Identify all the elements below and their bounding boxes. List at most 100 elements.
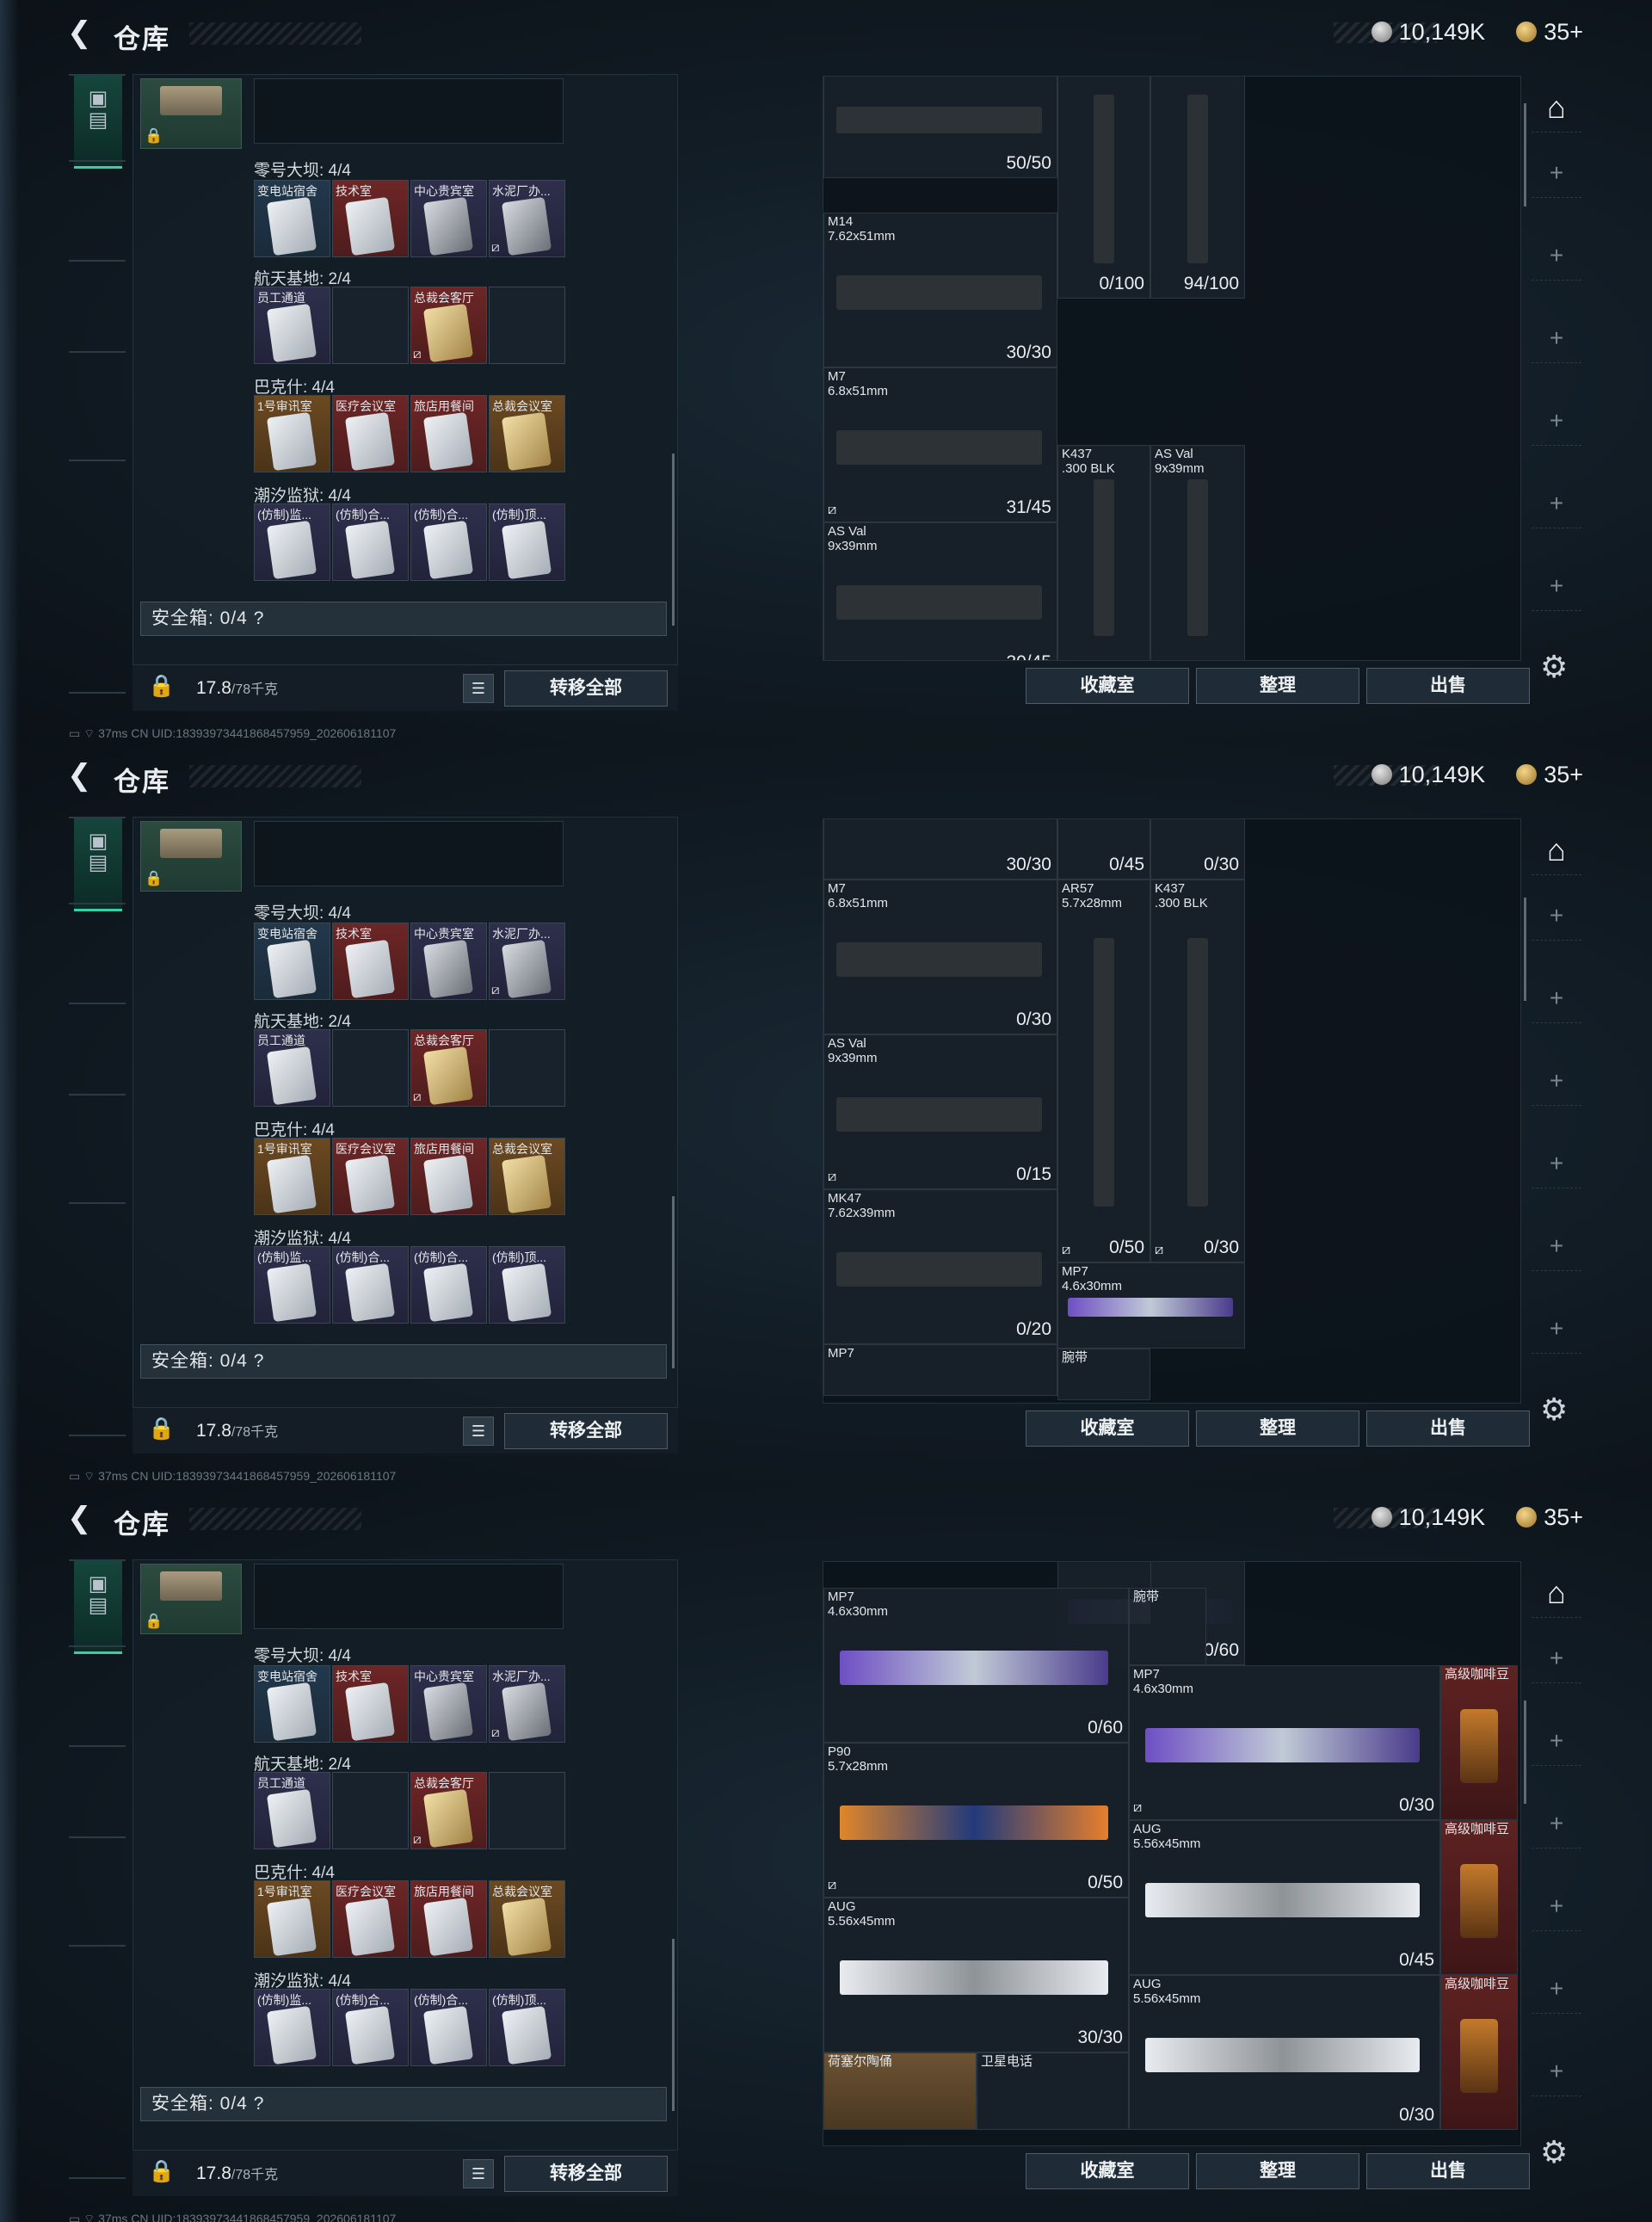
keycard-slot[interactable]: 水泥厂办... ⧄ xyxy=(489,923,565,1000)
empty-storage-slot[interactable] xyxy=(254,1564,564,1629)
right-scrollbar[interactable] xyxy=(1524,103,1526,207)
empty-storage-slot[interactable] xyxy=(254,78,564,144)
list-view-button[interactable]: ☰ xyxy=(463,1417,494,1446)
sell-button[interactable]: 出售 xyxy=(1366,2153,1530,2189)
storage-item[interactable]: K437 .300 BLK xyxy=(1057,445,1150,660)
add-slot-icon[interactable]: + xyxy=(1532,1716,1581,1766)
storage-item[interactable]: 荷塞尔陶俑 xyxy=(823,2052,977,2130)
safebox-status[interactable]: 安全箱: 0/4 ? xyxy=(140,1344,667,1379)
collection-room-button[interactable]: 收藏室 xyxy=(1026,668,1189,704)
storage-item[interactable]: MP7 4.6x30mm 0/30 ⧄ xyxy=(1129,1665,1440,1820)
keycard-slot[interactable]: (仿制)顶... xyxy=(489,1989,565,2066)
storage-item[interactable]: 高级咖啡豆 xyxy=(1440,1975,1518,2130)
keycard-slot[interactable]: 变电站宿舍 xyxy=(254,180,330,257)
settings-gear-icon[interactable]: ⚙ xyxy=(1540,649,1568,685)
keycard-slot[interactable]: 1号审讯室 xyxy=(254,1880,330,1958)
storage-item[interactable]: 5.56x45mm0/100 xyxy=(1057,77,1150,299)
safebox-status[interactable]: 安全箱: 0/4 ? xyxy=(140,2087,667,2121)
keycard-slot[interactable]: 医疗会议室 xyxy=(332,395,409,472)
keycard-slot[interactable]: (仿制)合... xyxy=(410,1989,487,2066)
home-icon[interactable]: ⌂ xyxy=(1532,1568,1581,1618)
list-view-button[interactable]: ☰ xyxy=(463,2159,494,2188)
keycard-slot[interactable]: (仿制)合... xyxy=(410,1246,487,1324)
left-scrollbar[interactable] xyxy=(672,1196,675,1368)
storage-item[interactable]: M7 6.8x51mm 31/45 ⧄ xyxy=(823,367,1057,522)
right-scrollbar[interactable] xyxy=(1524,898,1526,1001)
keycard-slot[interactable]: 旅店用餐间 xyxy=(410,1880,487,1958)
keycard-slot[interactable]: (仿制)合... xyxy=(332,1989,409,2066)
keycard-slot[interactable]: 中心贵宾室 xyxy=(410,1665,487,1743)
keycard-slot[interactable]: 旅店用餐间 xyxy=(410,395,487,472)
add-slot-icon[interactable]: + xyxy=(1532,1139,1581,1188)
storage-item[interactable]: M14 7.62x51mm 30/30 xyxy=(823,213,1057,367)
add-slot-icon[interactable]: + xyxy=(1532,1964,1581,2014)
storage-item[interactable]: MP7 xyxy=(823,1344,1057,1396)
keycard-slot[interactable]: 旅店用餐间 xyxy=(410,1138,487,1215)
keycard-slot[interactable]: 总裁会客厅 ⧄ xyxy=(410,1029,487,1107)
home-icon[interactable]: ⌂ xyxy=(1532,825,1581,875)
keycard-slot[interactable]: (仿制)合... xyxy=(332,503,409,581)
right-scrollbar[interactable] xyxy=(1524,1700,1526,1804)
transfer-all-button[interactable]: 转移全部 xyxy=(504,2156,668,2192)
container-thumbnail[interactable]: 🔒 xyxy=(140,1564,242,1634)
settings-gear-icon[interactable]: ⚙ xyxy=(1540,2134,1568,2170)
organize-button[interactable]: 整理 xyxy=(1196,1410,1359,1447)
add-slot-icon[interactable]: + xyxy=(1532,313,1581,363)
settings-gear-icon[interactable]: ⚙ xyxy=(1540,1392,1568,1428)
keycard-slot[interactable]: 总裁会客厅 ⧄ xyxy=(410,1772,487,1849)
add-slot-icon[interactable]: + xyxy=(1532,1799,1581,1849)
keycard-slot[interactable]: 医疗会议室 xyxy=(332,1880,409,1958)
keycard-slot[interactable]: 总裁会议室 xyxy=(489,1138,565,1215)
keycard-slot[interactable]: 员工通道 xyxy=(254,1029,330,1107)
keycard-slot[interactable]: 水泥厂办... ⧄ xyxy=(489,1665,565,1743)
keycard-slot[interactable]: 总裁会议室 xyxy=(489,395,565,472)
add-slot-icon[interactable]: + xyxy=(1532,1056,1581,1106)
briefcase-icon[interactable]: ▣ xyxy=(74,74,122,122)
add-slot-icon[interactable]: + xyxy=(1532,478,1581,528)
storage-item[interactable]: AS Val 9x39mm 0/15 ⧄ xyxy=(823,1034,1057,1189)
keycard-slot[interactable]: 医疗会议室 xyxy=(332,1138,409,1215)
add-slot-icon[interactable]: + xyxy=(1532,231,1581,281)
container-thumbnail[interactable]: 🔒 xyxy=(140,821,242,892)
keycard-slot[interactable]: 1号审讯室 xyxy=(254,395,330,472)
storage-item[interactable]: 卫星电话 xyxy=(977,2052,1129,2130)
storage-item[interactable]: 腕带 xyxy=(1129,1588,1206,1665)
empty-storage-slot[interactable] xyxy=(254,821,564,886)
keycard-slot[interactable]: 员工通道 xyxy=(254,1772,330,1849)
add-slot-icon[interactable]: + xyxy=(1532,148,1581,198)
add-slot-icon[interactable]: + xyxy=(1532,973,1581,1023)
add-slot-icon[interactable]: + xyxy=(1532,396,1581,446)
empty-key-slot[interactable] xyxy=(489,287,565,364)
storage-item[interactable]: AR57 5.7x28mm 0/50 ⧄ xyxy=(1057,880,1150,1262)
left-scrollbar[interactable] xyxy=(672,1939,675,2111)
back-arrow-icon[interactable]: ❮ xyxy=(67,760,92,791)
keycard-slot[interactable]: 技术室 xyxy=(332,180,409,257)
keycard-slot[interactable]: 1号审讯室 xyxy=(254,1138,330,1215)
storage-item[interactable]: P90 5.7x28mm 0/50 ⧄ xyxy=(823,1743,1129,1898)
keycard-slot[interactable]: 中心贵宾室 xyxy=(410,923,487,1000)
keycard-slot[interactable]: (仿制)监... xyxy=(254,503,330,581)
keycard-slot[interactable]: (仿制)合... xyxy=(410,503,487,581)
sell-button[interactable]: 出售 xyxy=(1366,1410,1530,1447)
storage-item[interactable]: MK47 7.62x39mm 0/20 xyxy=(823,1189,1057,1344)
add-slot-icon[interactable]: + xyxy=(1532,1633,1581,1683)
storage-item[interactable]: 腕带 xyxy=(1057,1349,1150,1400)
keycard-slot[interactable]: 员工通道 xyxy=(254,287,330,364)
empty-key-slot[interactable] xyxy=(332,1772,409,1849)
add-slot-icon[interactable]: + xyxy=(1532,2046,1581,2096)
add-slot-icon[interactable]: + xyxy=(1532,1881,1581,1931)
keycard-slot[interactable]: 总裁会议室 xyxy=(489,1880,565,1958)
storage-item[interactable]: 0/45 xyxy=(1057,819,1150,880)
storage-item[interactable]: 7.62x51mm50/50 xyxy=(823,77,1057,178)
add-slot-icon[interactable]: + xyxy=(1532,1221,1581,1271)
list-view-button[interactable]: ☰ xyxy=(463,674,494,703)
keycard-slot[interactable]: 变电站宿舍 xyxy=(254,923,330,1000)
empty-key-slot[interactable] xyxy=(332,1029,409,1107)
add-slot-icon[interactable]: + xyxy=(1532,561,1581,611)
storage-item[interactable]: 高级咖啡豆 xyxy=(1440,1820,1518,1975)
collection-room-button[interactable]: 收藏室 xyxy=(1026,1410,1189,1447)
storage-item[interactable]: MP7 4.6x30mm xyxy=(1057,1262,1245,1349)
keycard-slot[interactable]: 技术室 xyxy=(332,1665,409,1743)
keycard-slot[interactable]: (仿制)顶... xyxy=(489,503,565,581)
storage-item[interactable]: M7 6.8x51mm 0/30 xyxy=(823,880,1057,1034)
